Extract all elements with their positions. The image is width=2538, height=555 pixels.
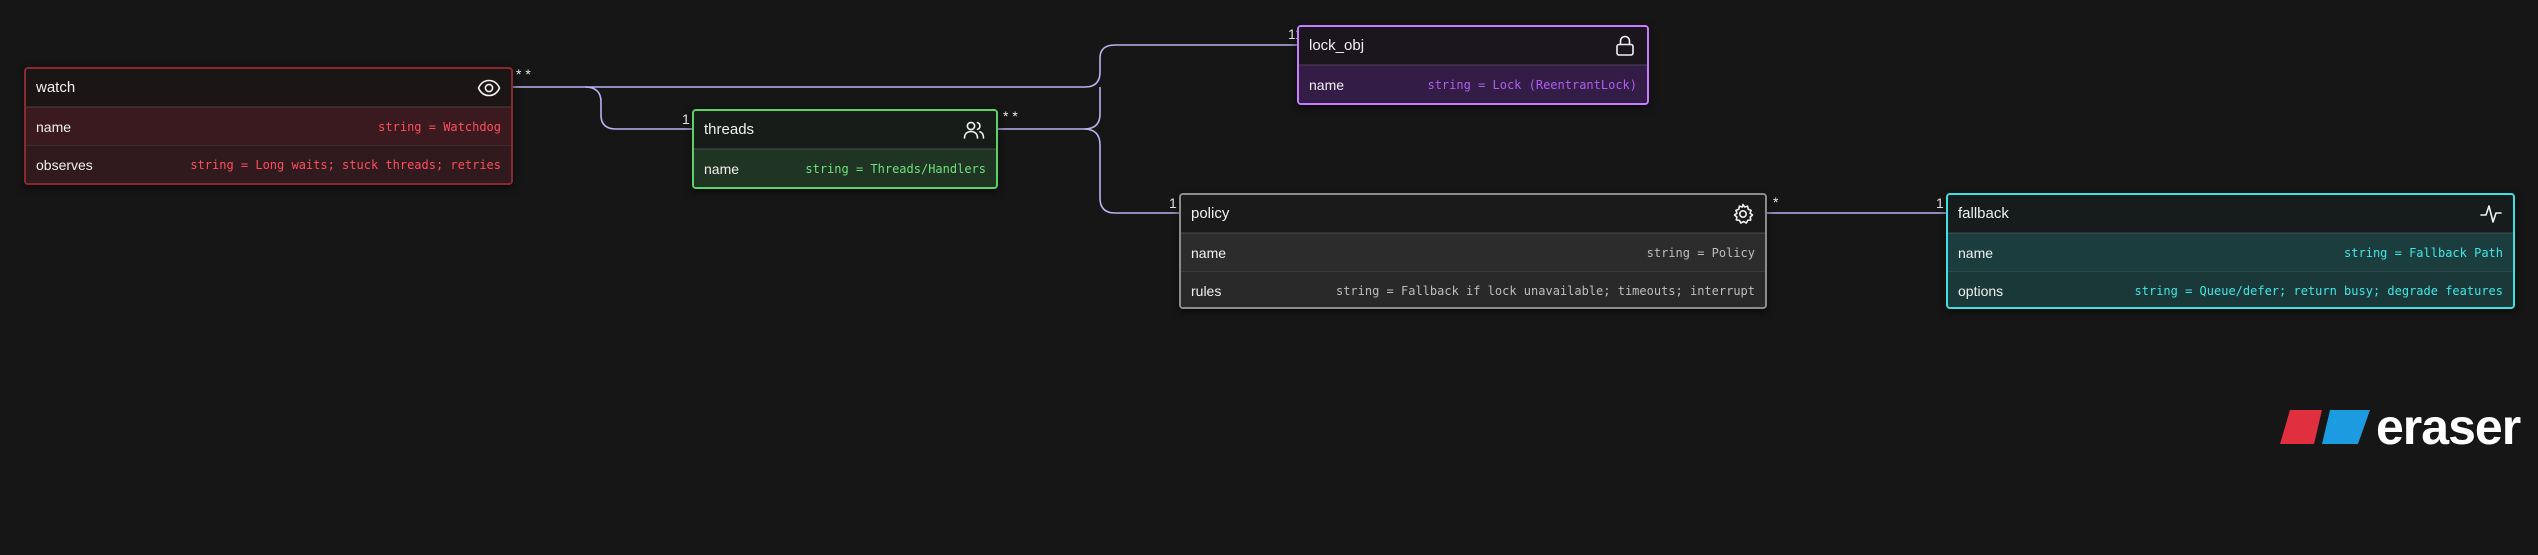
lock-icon: [1613, 34, 1637, 58]
activity-icon: [2479, 202, 2503, 226]
field-name: name: [36, 118, 72, 135]
entity-fallback[interactable]: fallback name string = Fallback Path opt…: [1946, 193, 2515, 309]
field-row: name string = Fallback Path: [1948, 233, 2513, 271]
entity-title: watch: [36, 79, 76, 96]
eye-icon: [477, 76, 501, 100]
card-threads-one: 1: [682, 111, 690, 127]
field-row: name string = Threads/Handlers: [694, 149, 996, 187]
entity-header: lock_obj: [1299, 27, 1647, 65]
field-type: string = Fallback Path: [2344, 245, 2503, 260]
field-type: string = Lock (ReentrantLock): [1427, 77, 1637, 92]
edge-watch-threads: [584, 86, 692, 130]
entity-header: policy: [1181, 195, 1765, 233]
entity-header: fallback: [1948, 195, 2513, 233]
field-name: rules: [1191, 282, 1222, 299]
entity-header: threads: [694, 111, 996, 149]
field-row: name string = Watchdog: [26, 107, 511, 145]
field-row: options string = Queue/defer; return bus…: [1948, 271, 2513, 307]
entity-policy[interactable]: policy name string = Policy rules string…: [1179, 193, 1767, 309]
field-type: string = Policy: [1646, 245, 1755, 260]
field-type: string = Watchdog: [378, 119, 501, 134]
edge-threads-policy: [1083, 128, 1179, 214]
entity-title: lock_obj: [1309, 37, 1365, 54]
field-name: name: [1958, 244, 1994, 261]
entity-lock_obj[interactable]: lock_obj name string = Lock (ReentrantLo…: [1297, 25, 1649, 105]
card-policy-many: *: [1773, 194, 1779, 210]
field-type: string = Threads/Handlers: [805, 161, 986, 176]
entity-title: policy: [1191, 205, 1230, 222]
card-fallback-one: 1: [1936, 195, 1944, 211]
entity-title: fallback: [1958, 205, 2009, 222]
field-name: name: [1309, 76, 1345, 93]
card-policy-one: 1: [1169, 195, 1177, 211]
card-threads-many: * *: [1003, 108, 1018, 124]
field-row: rules string = Fallback if lock unavaila…: [1181, 271, 1765, 307]
gear-icon: [1731, 202, 1755, 226]
field-name: observes: [36, 156, 93, 173]
users-icon: [962, 118, 986, 142]
field-type: string = Queue/defer; return busy; degra…: [2134, 283, 2503, 298]
field-row: name string = Policy: [1181, 233, 1765, 271]
card-watch-many: * *: [516, 66, 531, 82]
logo-text: eraser: [2376, 399, 2521, 455]
entity-title: threads: [704, 121, 755, 138]
field-type: string = Long waits; stuck threads; retr…: [190, 157, 501, 172]
field-row: name string = Lock (ReentrantLock): [1299, 65, 1647, 103]
edge-watch-lock_obj: [511, 44, 1300, 88]
field-name: options: [1958, 282, 2004, 299]
entity-header: watch: [26, 69, 511, 107]
entity-watch[interactable]: watch name string = Watchdog observes st…: [24, 67, 513, 185]
field-name: name: [704, 160, 740, 177]
eraser-logo-mark: [2280, 410, 2370, 444]
field-row: observes string = Long waits; stuck thre…: [26, 145, 511, 183]
field-type: string = Fallback if lock unavailable; t…: [1335, 283, 1755, 298]
eraser-logo: eraser: [2278, 399, 2521, 455]
entity-threads[interactable]: threads name string = Threads/Handlers: [692, 109, 998, 189]
field-name: name: [1191, 244, 1227, 261]
